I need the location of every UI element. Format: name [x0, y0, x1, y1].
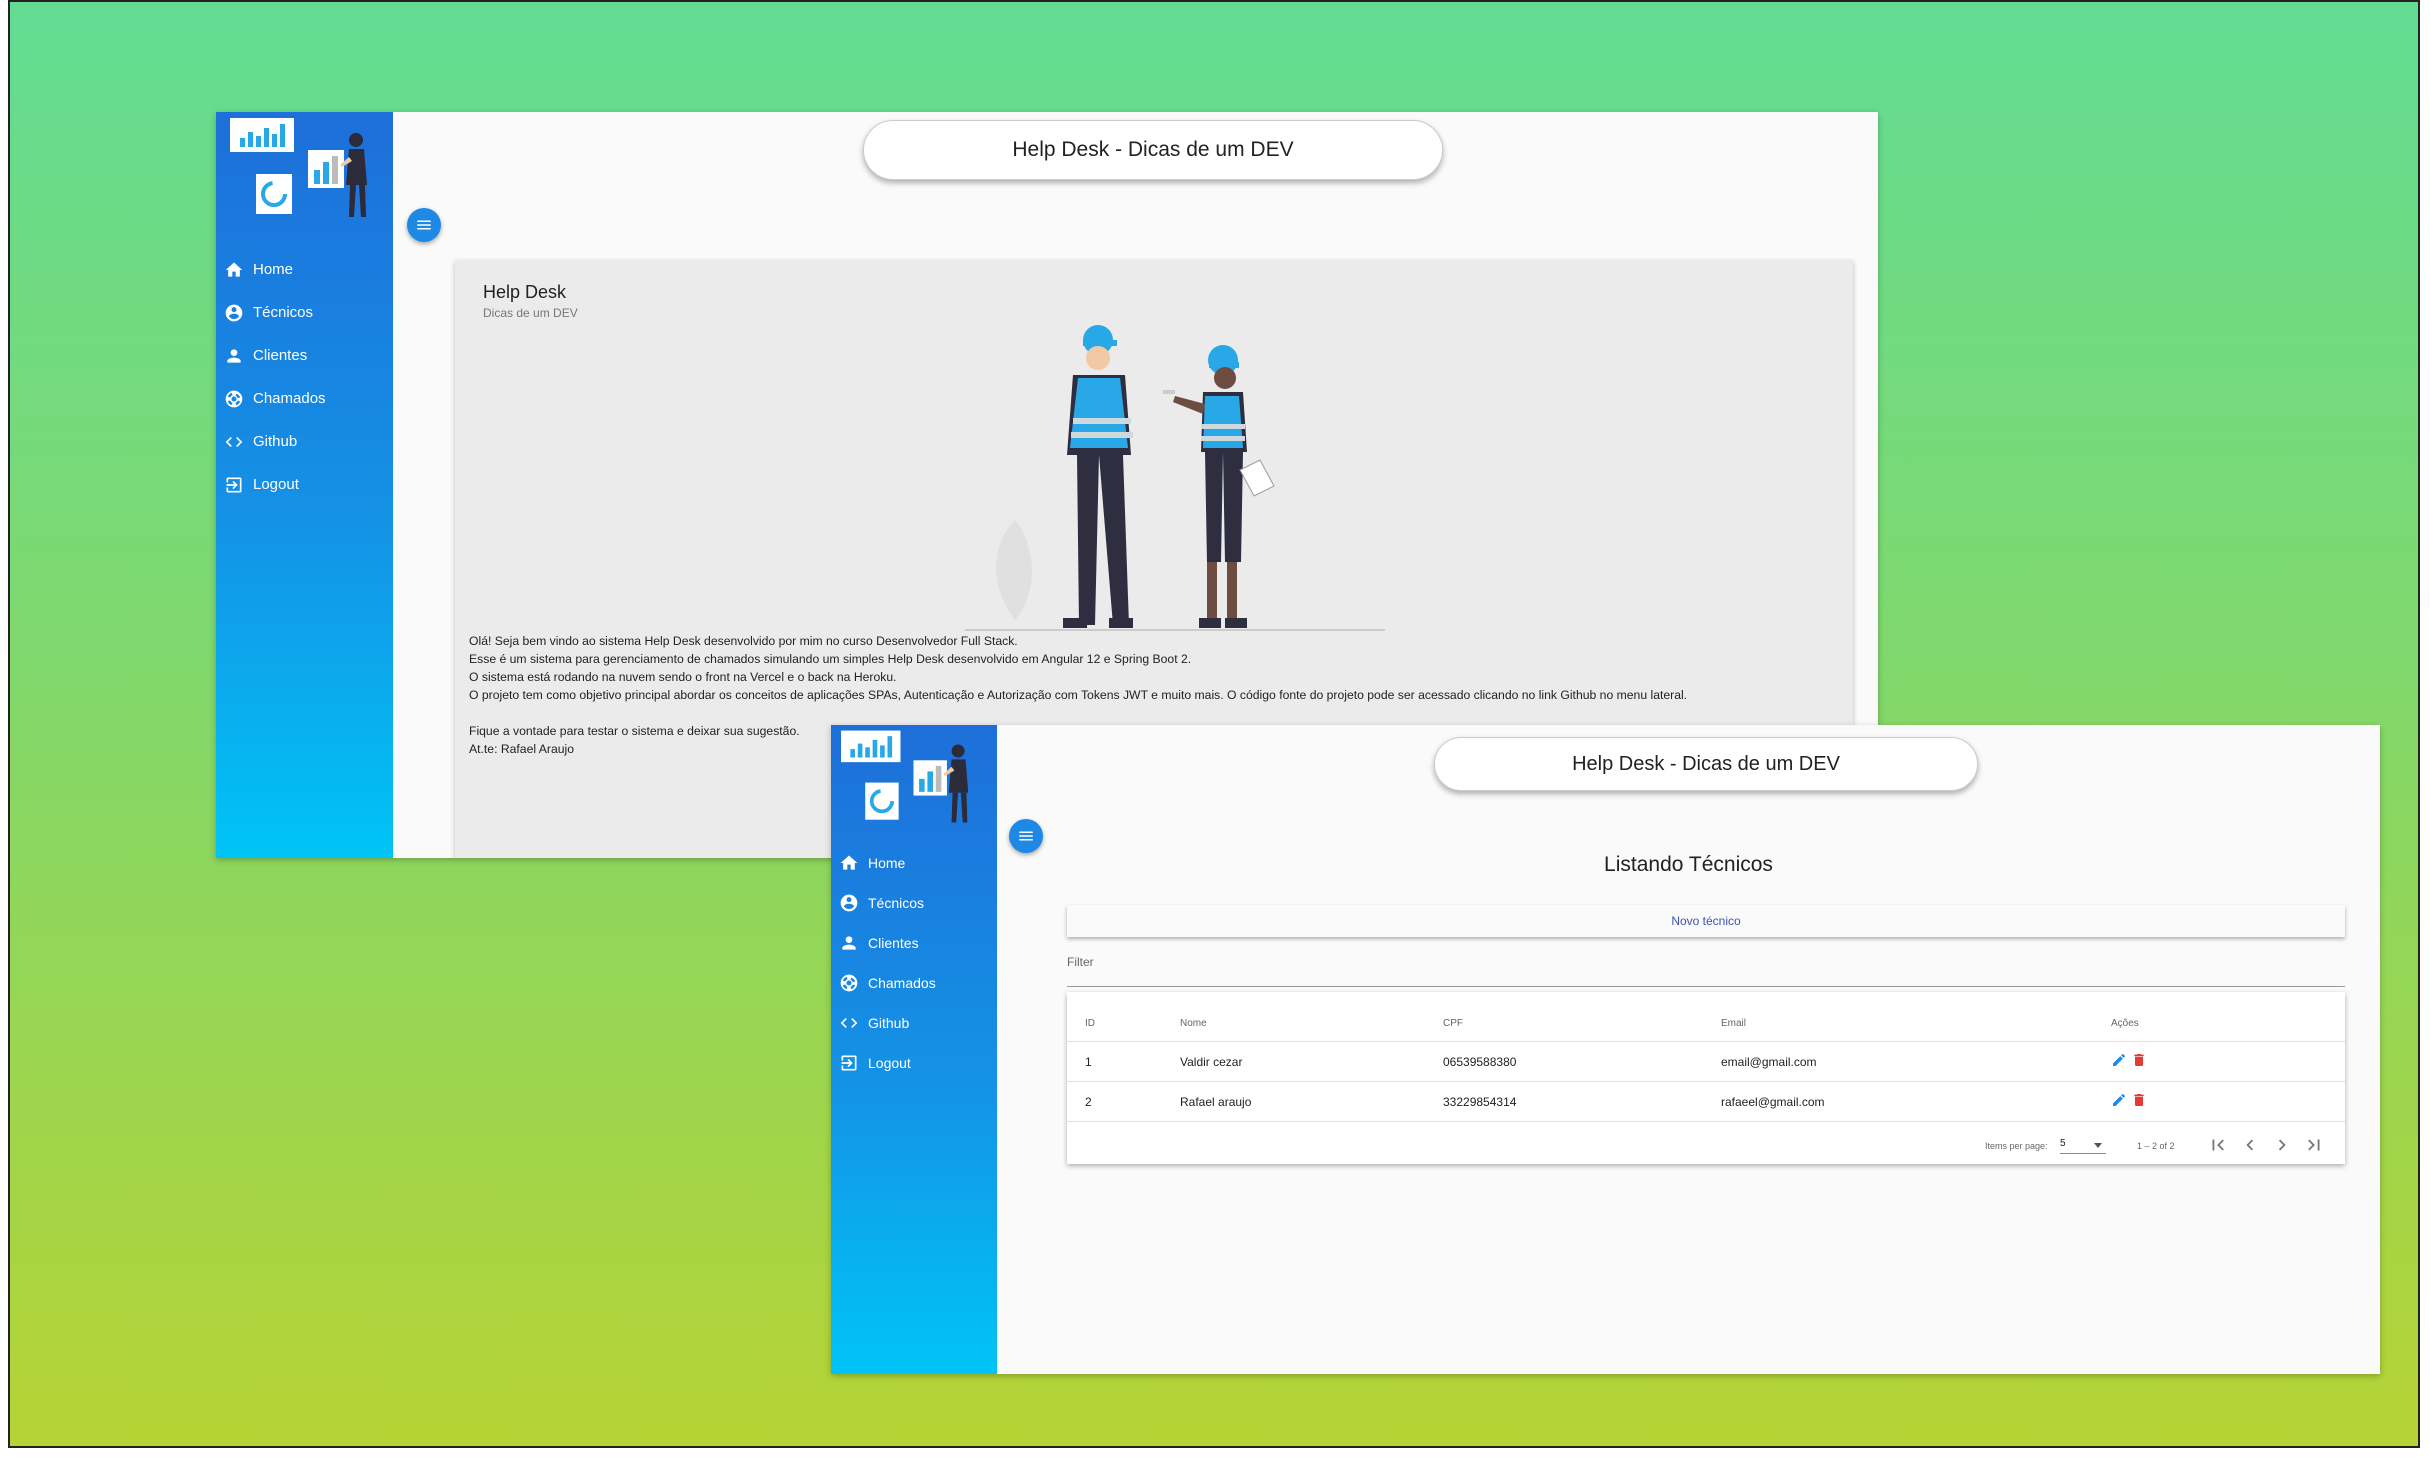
- page-size-select[interactable]: 5: [2060, 1134, 2106, 1154]
- cell-nome: Valdir cezar: [1180, 1055, 1243, 1069]
- sidebar-item-label: Home: [868, 855, 906, 871]
- filter-input[interactable]: [1067, 955, 2345, 969]
- edit-icon[interactable]: [2111, 1092, 2127, 1108]
- sidebar-item-label: Chamados: [253, 390, 326, 407]
- row-actions: [2111, 1052, 2147, 1068]
- sidebar-item-label: Técnicos: [868, 895, 925, 911]
- chevron-left-icon: [2239, 1134, 2261, 1156]
- table-row: 2 Rafael araujo 33229854314 rafaeel@gmai…: [1067, 1082, 2345, 1122]
- filter-field: [1067, 951, 2345, 987]
- welcome-line: Olá! Seja bem vindo ao sistema Help Desk…: [469, 634, 1018, 648]
- welcome-line: [469, 704, 1833, 722]
- table-header-row: ID Nome CPF Email Ações: [1067, 1002, 2345, 1042]
- cell-id: 1: [1085, 1055, 1092, 1069]
- sidebar-item-label: Clientes: [253, 347, 308, 364]
- cell-nome: Rafael araujo: [1180, 1095, 1252, 1109]
- menu-toggle-button[interactable]: [1009, 819, 1043, 853]
- app-title-bar: Help Desk - Dicas de um DEV: [1434, 737, 1978, 791]
- welcome-line: O projeto tem como objetivo principal ab…: [469, 688, 1688, 702]
- home-icon: [224, 260, 244, 280]
- sidebar-item-logout[interactable]: Logout: [216, 463, 393, 506]
- logout-icon: [839, 1053, 859, 1073]
- menu-icon: [415, 216, 433, 234]
- sidebar-item-chamados[interactable]: Chamados: [216, 377, 393, 420]
- sidebar-nav: Home Técnicos Clientes Chamados Github L…: [831, 843, 997, 1083]
- sidebar-item-label: Github: [868, 1015, 910, 1031]
- welcome-line: O sistema está rodando na nuvem sendo o …: [469, 670, 897, 684]
- cell-email: email@gmail.com: [1721, 1055, 1817, 1069]
- sidebar-item-chamados[interactable]: Chamados: [831, 963, 997, 1003]
- row-actions: [2111, 1092, 2147, 1108]
- first-page-icon: [2207, 1134, 2229, 1156]
- sidebar-item-home[interactable]: Home: [216, 248, 393, 291]
- range-label: 1 – 2 of 2: [2137, 1141, 2175, 1151]
- card-title: Help Desk: [483, 282, 567, 302]
- cell-cpf: 06539588380: [1443, 1055, 1517, 1069]
- sidebar-item-tecnicos[interactable]: Técnicos: [216, 291, 393, 334]
- page-title: Listando Técnicos: [1604, 853, 1773, 876]
- delete-icon[interactable]: [2131, 1092, 2147, 1108]
- delete-icon[interactable]: [2131, 1052, 2147, 1068]
- sidebar-item-github[interactable]: Github: [216, 420, 393, 463]
- sidebar: Home Técnicos Clientes Chamados Github L…: [216, 112, 393, 858]
- account-circle-icon: [224, 303, 244, 323]
- sidebar-item-label: Logout: [253, 476, 299, 493]
- tecnicos-window: Home Técnicos Clientes Chamados Github L…: [831, 725, 2380, 1374]
- items-per-page-label: Items per page:: [1985, 1141, 2048, 1151]
- page-size-value: 5: [2060, 1138, 2066, 1149]
- column-header-acoes: Ações: [2111, 1018, 2139, 1029]
- person-icon: [839, 933, 859, 953]
- dropdown-arrow-icon: [2094, 1143, 2102, 1148]
- sidebar-item-clientes[interactable]: Clientes: [216, 334, 393, 377]
- edit-icon[interactable]: [2111, 1052, 2127, 1068]
- last-page-button[interactable]: [2303, 1134, 2325, 1156]
- workers-illustration: [965, 325, 1385, 631]
- code-icon: [839, 1013, 859, 1033]
- sidebar: Home Técnicos Clientes Chamados Github L…: [831, 725, 997, 1374]
- app-title-bar: Help Desk - Dicas de um DEV: [863, 120, 1443, 180]
- code-icon: [224, 432, 244, 452]
- menu-toggle-button[interactable]: [407, 208, 441, 242]
- card-subtitle: Dicas de um DEV: [483, 306, 578, 320]
- sidebar-item-label: Logout: [868, 1055, 911, 1071]
- sidebar-item-github[interactable]: Github: [831, 1003, 997, 1043]
- person-icon: [224, 346, 244, 366]
- column-header-email[interactable]: Email: [1721, 1018, 1746, 1029]
- dashboard-logo-icon: [837, 725, 977, 829]
- account-circle-icon: [839, 893, 859, 913]
- table-row: 1 Valdir cezar 06539588380 email@gmail.c…: [1067, 1042, 2345, 1082]
- sidebar-item-logout[interactable]: Logout: [831, 1043, 997, 1083]
- support-icon: [224, 389, 244, 409]
- home-icon: [839, 853, 859, 873]
- column-header-nome[interactable]: Nome: [1180, 1018, 1207, 1029]
- column-header-id[interactable]: ID: [1085, 1018, 1095, 1029]
- logout-icon: [224, 475, 244, 495]
- cell-cpf: 33229854314: [1443, 1095, 1517, 1109]
- cell-id: 2: [1085, 1095, 1092, 1109]
- sidebar-item-label: Clientes: [868, 935, 919, 951]
- sidebar-item-clientes[interactable]: Clientes: [831, 923, 997, 963]
- sidebar-item-home[interactable]: Home: [831, 843, 997, 883]
- previous-page-button[interactable]: [2239, 1134, 2261, 1156]
- chevron-right-icon: [2271, 1134, 2293, 1156]
- paginator: Items per page: 5 1 – 2 of 2: [1067, 1132, 2345, 1162]
- menu-icon: [1017, 827, 1035, 845]
- tecnicos-table: ID Nome CPF Email Ações 1 Valdir cezar 0…: [1067, 992, 2345, 1164]
- last-page-icon: [2303, 1134, 2325, 1156]
- screenshot-stage: Home Técnicos Clientes Chamados Github L…: [0, 0, 2430, 1464]
- cell-email: rafaeel@gmail.com: [1721, 1095, 1825, 1109]
- sidebar-item-label: Chamados: [868, 975, 936, 991]
- first-page-button[interactable]: [2207, 1134, 2229, 1156]
- sidebar-item-label: Github: [253, 433, 298, 450]
- sidebar-nav: Home Técnicos Clientes Chamados Github L…: [216, 248, 393, 506]
- sidebar-item-tecnicos[interactable]: Técnicos: [831, 883, 997, 923]
- column-header-cpf[interactable]: CPF: [1443, 1018, 1463, 1029]
- next-page-button[interactable]: [2271, 1134, 2293, 1156]
- support-icon: [839, 973, 859, 993]
- welcome-line: Esse é um sistema para gerenciamento de …: [469, 652, 1192, 666]
- new-tecnico-button[interactable]: Novo técnico: [1067, 905, 2345, 937]
- dashboard-logo-icon: [226, 112, 376, 224]
- sidebar-item-label: Home: [253, 261, 294, 278]
- sidebar-item-label: Técnicos: [253, 304, 314, 321]
